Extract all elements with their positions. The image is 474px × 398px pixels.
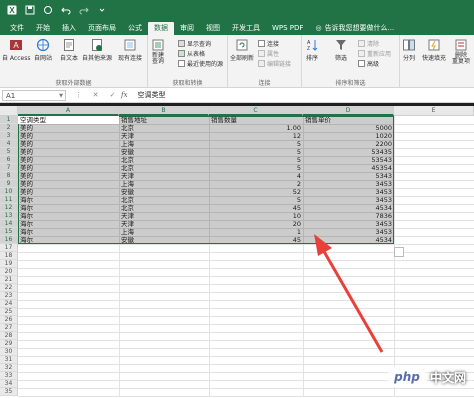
reapply-icon	[358, 50, 365, 57]
split-columns-icon	[403, 39, 415, 51]
annotation-arrow-head	[314, 234, 332, 256]
connections-button[interactable]: 连接	[258, 39, 279, 48]
sort-az-icon: AZ	[307, 40, 318, 52]
clear-filter-button[interactable]: 清除	[358, 39, 379, 48]
recent-sources-button[interactable]: 最近使用的源	[178, 59, 223, 68]
ribbon-group-connections: 全部刷新 连接 属性 编辑链接 连接	[228, 35, 302, 88]
formula-bar: A1 ▼ ⋮ ✕ ✓ fx 空调类型	[0, 88, 474, 103]
ribbon-group-data-tools: 分列 快速填充 删除 重复项	[400, 35, 474, 88]
ribbon: A 自 Access 自网站 自文本 自其他来源 现有连接 获取外部数据 新建 …	[0, 35, 474, 88]
advanced-filter-button[interactable]: 高级	[358, 59, 379, 68]
from-access-button[interactable]: A 自 Access	[2, 38, 30, 62]
insert-function-icon[interactable]: fx	[121, 91, 128, 99]
text-to-columns-button[interactable]: 分列	[402, 38, 416, 62]
show-queries-button[interactable]: 显示查询	[178, 39, 211, 48]
refresh-all-button[interactable]: 全部刷新	[230, 38, 254, 62]
group-label-sort-filter: 排序和筛选	[335, 80, 366, 87]
tab-formulas[interactable]: 公式	[122, 22, 148, 35]
title-bar: X	[0, 0, 474, 20]
from-text-button[interactable]: 自文本	[60, 38, 78, 62]
name-box[interactable]: A1 ▼	[2, 89, 66, 101]
php-cn-watermark: php 中文网	[386, 366, 466, 388]
tell-me-box[interactable]: ◎ 告诉我您想要做什么...	[315, 22, 394, 35]
tab-data[interactable]: 数据	[148, 22, 174, 35]
filter-funnel-icon	[336, 40, 346, 50]
formula-input[interactable]: 空调类型	[138, 90, 166, 100]
new-query-icon	[152, 39, 164, 51]
from-other-sources-button[interactable]: 自其他来源	[82, 38, 112, 62]
ribbon-tab-bar: 文件 开始 插入 页面布局 公式 数据 审阅 视图 开发工具 WPS PDF ◎…	[0, 20, 474, 35]
tab-developer[interactable]: 开发工具	[226, 22, 266, 35]
svg-text:A: A	[14, 41, 20, 50]
save-icon[interactable]	[24, 5, 35, 16]
advanced-filter-icon	[358, 60, 365, 67]
recent-sources-icon	[178, 60, 185, 67]
group-label-connections: 连接	[258, 80, 271, 87]
group-label-get-transform: 获取和转换	[172, 80, 203, 87]
svg-text:X: X	[9, 6, 15, 15]
tab-view[interactable]: 视图	[200, 22, 226, 35]
annotation-arrow	[314, 234, 384, 353]
edit-links-button[interactable]: 编辑链接	[258, 59, 291, 68]
lightbulb-icon: ◎	[315, 24, 322, 32]
sort-az-button[interactable]: AZ 排序	[305, 38, 319, 62]
new-query-button[interactable]: 新建 查询	[151, 38, 165, 65]
svg-text:Z: Z	[307, 46, 310, 52]
chevron-down-icon[interactable]: ▼	[59, 91, 63, 101]
customize-toolbar-icon[interactable]	[96, 5, 107, 16]
confirm-formula-icon[interactable]: ✓	[108, 91, 117, 99]
tab-wps-pdf[interactable]: WPS PDF	[266, 22, 309, 35]
show-queries-icon	[178, 40, 185, 47]
excel-logo-icon: X	[6, 5, 17, 16]
tab-file[interactable]: 文件	[4, 22, 30, 35]
connections-icon	[124, 39, 136, 51]
ribbon-group-get-transform: 新建 查询 显示查询 从表格 最近使用的源 获取和转换	[148, 35, 228, 88]
properties-icon	[258, 50, 265, 57]
edit-links-icon	[258, 60, 265, 67]
from-table-button[interactable]: 从表格	[178, 49, 205, 58]
reapply-button[interactable]: 重新应用	[358, 49, 391, 58]
undo-icon[interactable]	[60, 5, 71, 16]
clear-filter-icon	[358, 40, 365, 47]
redo-icon[interactable]	[78, 5, 89, 16]
tab-review[interactable]: 审阅	[174, 22, 200, 35]
existing-connections-button[interactable]: 现有连接	[118, 38, 142, 62]
text-file-icon	[64, 39, 74, 51]
ribbon-group-external-data: A 自 Access 自网站 自文本 自其他来源 现有连接 获取外部数据	[0, 35, 148, 88]
other-sources-icon	[92, 39, 102, 51]
remove-duplicates-icon	[455, 39, 467, 51]
watermark-text: 中文网	[429, 370, 466, 385]
flash-fill-icon	[428, 39, 440, 51]
access-icon: A	[10, 40, 23, 50]
formula-more-icon: ⋮	[75, 91, 82, 99]
filter-button[interactable]: 筛选	[334, 38, 348, 62]
touch-mode-icon[interactable]	[42, 5, 53, 16]
tab-home[interactable]: 开始	[30, 22, 56, 35]
worksheet-grid[interactable]: A B C D E 1 2 3 4 5 6 7 8 9 10 11 12 13 14 15 16 17 18 19 2…	[0, 106, 474, 398]
link-icon	[258, 40, 265, 47]
annotation-arrow-shaft	[320, 247, 384, 353]
properties-button[interactable]: 属性	[258, 49, 279, 58]
ribbon-group-sort-filter: AZ 排序 筛选 清除 重新应用 高级 排序和筛选	[302, 35, 400, 88]
from-web-button[interactable]: 自网站	[34, 38, 52, 62]
php-logo-icon: php	[386, 366, 427, 388]
globe-icon	[36, 38, 50, 52]
tell-me-text: 告诉我您想要做什么...	[324, 24, 395, 32]
cancel-formula-icon[interactable]: ✕	[91, 91, 100, 99]
tab-insert[interactable]: 插入	[56, 22, 82, 35]
remove-duplicates-button[interactable]: 删除 重复项	[452, 38, 470, 65]
group-label-external-data: 获取外部数据	[55, 80, 92, 87]
tab-page-layout[interactable]: 页面布局	[82, 22, 122, 35]
refresh-icon	[236, 39, 248, 51]
table-icon	[178, 50, 185, 57]
flash-fill-button[interactable]: 快速填充	[422, 38, 446, 62]
